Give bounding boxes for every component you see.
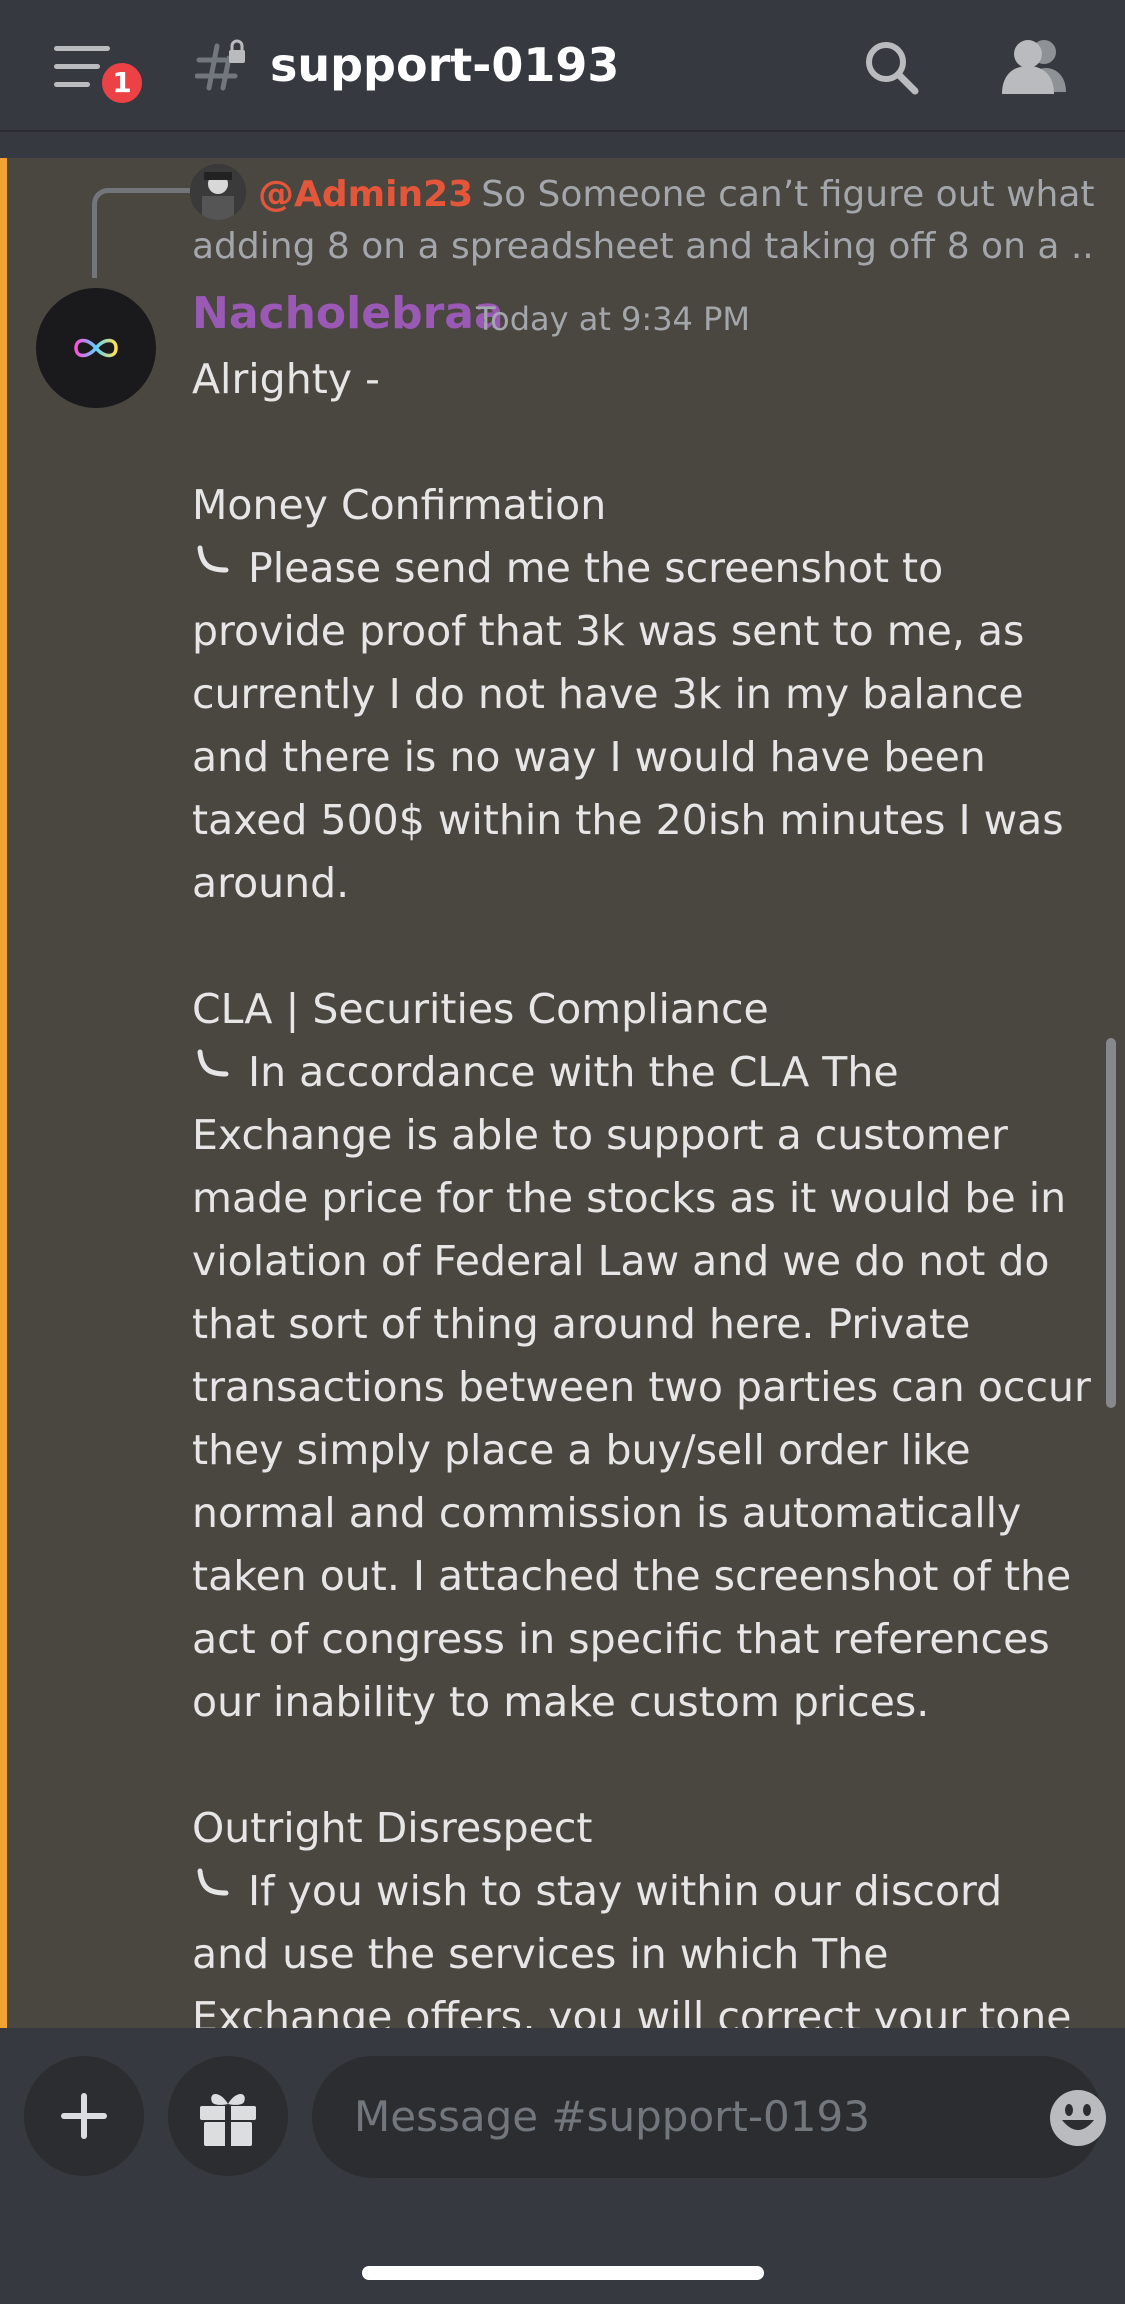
channel-title: support-0193 <box>270 38 620 92</box>
gift-button[interactable] <box>168 2056 288 2176</box>
reply-preview[interactable]: @Admin23 So Someone can’t figure out what <box>258 168 1098 222</box>
message-content: Alrighty - Money Confirmation Please sen… <box>192 348 1092 2028</box>
subdirectory-arrow-icon <box>197 1868 229 1896</box>
message-input-placeholder: Message #support-0193 <box>354 2092 870 2141</box>
greeting-text: Alrighty - <box>192 355 380 403</box>
reply-connector <box>92 188 190 278</box>
message-composer: Message #support-0193 <box>0 2028 1125 2304</box>
locked-channel-icon <box>195 39 245 91</box>
add-attachment-button[interactable] <box>24 2056 144 2176</box>
infinity-icon <box>74 338 118 358</box>
search-icon[interactable] <box>862 38 920 96</box>
mention-highlight-bar <box>0 158 7 2028</box>
message-timestamp: Today at 9:34 PM <box>476 300 750 338</box>
subdirectory-arrow-icon <box>197 1049 229 1077</box>
reply-preview-line1: So Someone can’t figure out what <box>481 174 1095 215</box>
subdirectory-arrow-icon <box>197 545 229 573</box>
home-indicator[interactable] <box>362 2266 764 2280</box>
section-heading: CLA | Securities Compliance <box>192 985 769 1033</box>
members-icon[interactable] <box>1000 36 1068 96</box>
reply-avatar[interactable] <box>190 164 246 220</box>
message-input[interactable]: Message #support-0193 <box>312 2056 1106 2178</box>
gift-icon <box>200 2094 256 2146</box>
author-avatar[interactable] <box>36 288 156 408</box>
channel-header: 1 support-0193 <box>0 0 1125 132</box>
section-body: Please send me the screenshot to provide… <box>192 544 1064 907</box>
reply-preview-line2[interactable]: adding 8 on a spreadsheet and taking off… <box>192 220 1092 274</box>
author-name[interactable]: Nacholebraa <box>192 288 504 339</box>
section-body: If you wish to stay within our discord a… <box>192 1867 1072 2028</box>
message-list[interactable]: @Admin23 So Someone can’t figure out what… <box>0 158 1125 2028</box>
notification-badge: 1 <box>97 58 147 108</box>
plus-icon <box>61 2093 107 2139</box>
section-heading: Outright Disrespect <box>192 1804 593 1852</box>
emoji-icon[interactable] <box>1048 2088 1108 2148</box>
section-heading: Money Confirmation <box>192 481 607 529</box>
scrollbar[interactable] <box>1106 1038 1116 1408</box>
section-body: In accordance with the CLA The Exchange … <box>192 1048 1091 1726</box>
reply-mention[interactable]: @Admin23 <box>258 174 473 215</box>
